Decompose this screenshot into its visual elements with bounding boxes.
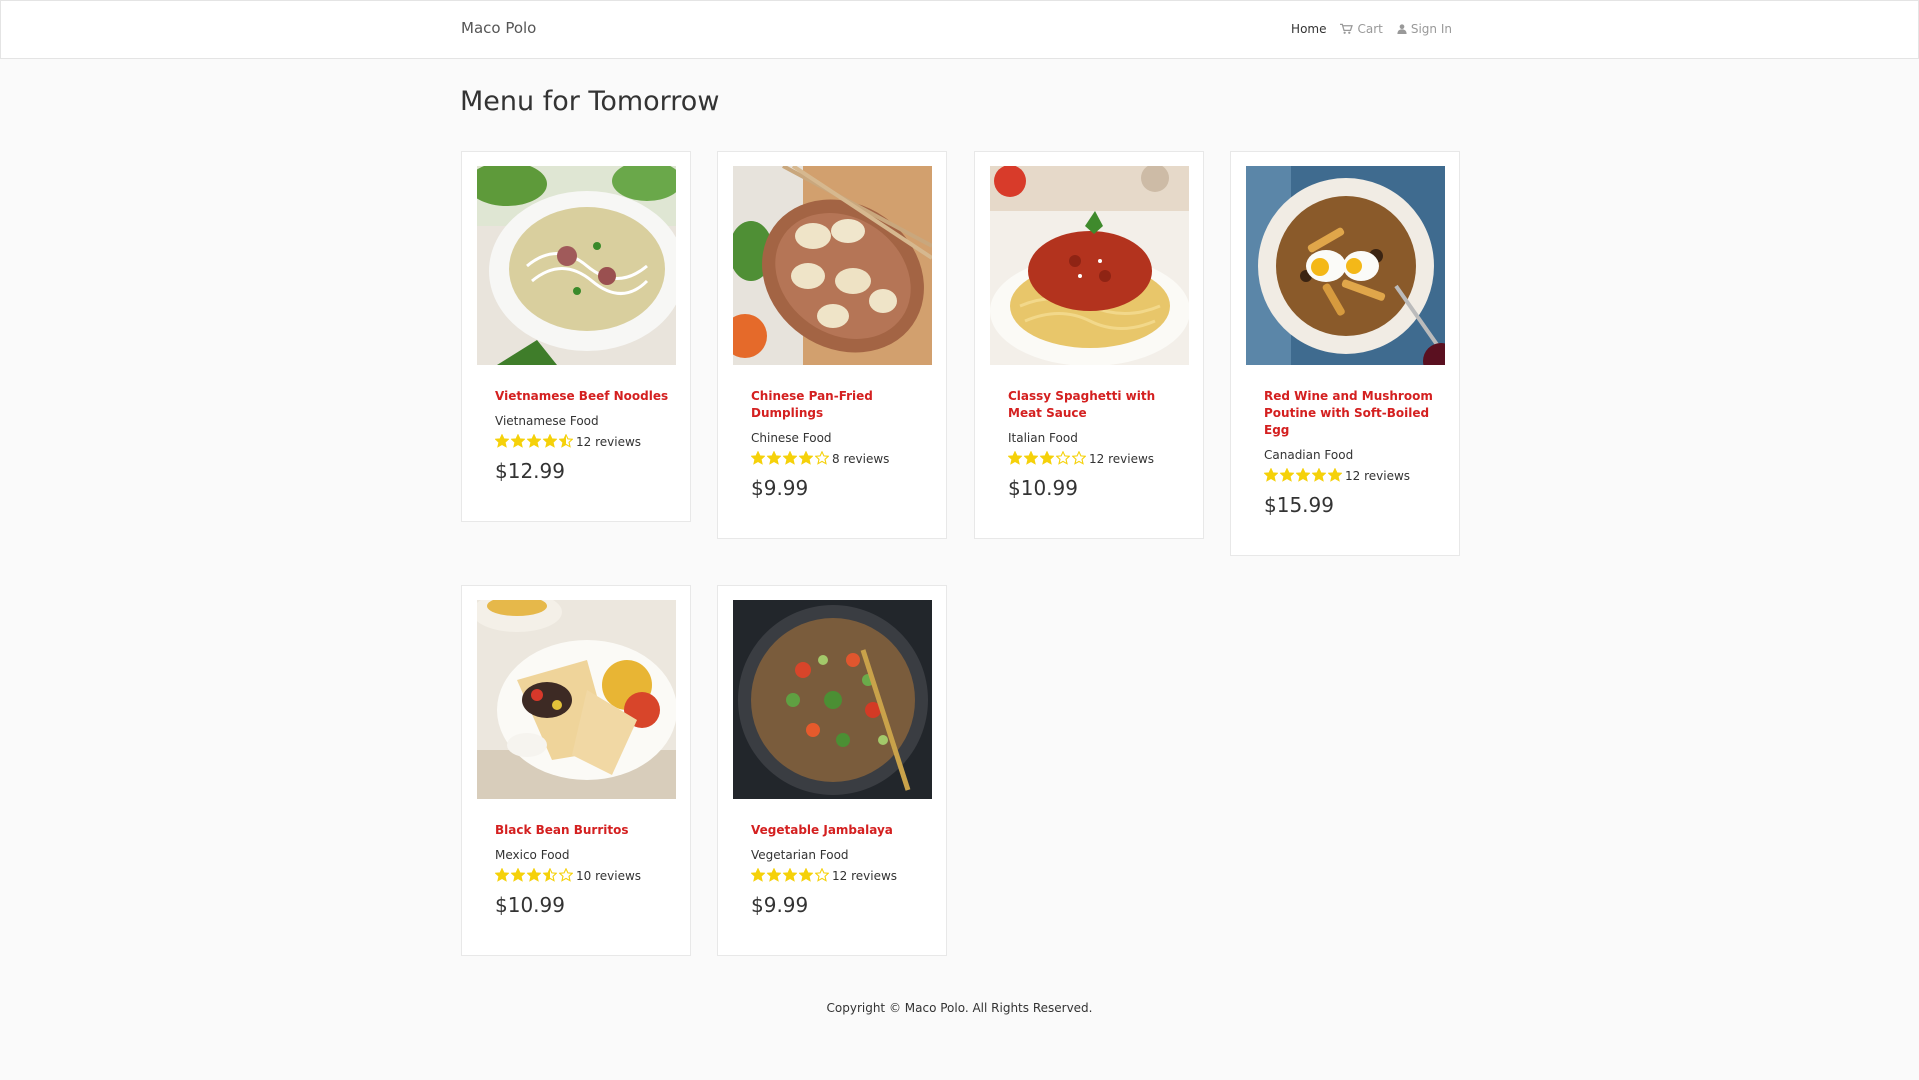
star-rating: 10 reviews [495, 867, 672, 886]
price: $12.99 [495, 459, 565, 483]
card-body: Chinese Pan-Fried Dumplings Chinese Food… [751, 388, 928, 500]
price: $9.99 [751, 893, 809, 917]
card-body: Vegetable Jambalaya Vegetarian Food 12 r… [751, 822, 928, 917]
star-icon-empty [1072, 450, 1086, 465]
cuisine-label: Vegetarian Food [751, 848, 849, 862]
review-count: 12 reviews [576, 435, 642, 449]
poutine-photo[interactable] [1246, 166, 1445, 365]
review-count: 12 reviews [832, 869, 898, 883]
star-rating: 12 reviews [751, 867, 928, 886]
star-icon-full [527, 867, 541, 882]
review-count: 10 reviews [576, 869, 642, 883]
nav-home-link[interactable]: Home [1291, 22, 1326, 36]
item-name-link[interactable]: Red Wine and Mushroom Poutine with Soft-… [1264, 388, 1441, 439]
review-count: 12 reviews [1089, 452, 1155, 466]
star-icon-full [1296, 467, 1310, 482]
item-name-link[interactable]: Classy Spaghetti with Meat Sauce [1008, 388, 1185, 422]
star-icon-full [511, 433, 525, 448]
stars [751, 867, 831, 886]
review-count: 12 reviews [1345, 469, 1411, 483]
star-icon-empty [815, 450, 829, 465]
item-name-link[interactable]: Black Bean Burritos [495, 822, 672, 839]
user-icon [1397, 24, 1407, 34]
cuisine-label: Vietnamese Food [495, 414, 599, 428]
navbar: Maco Polo Home Cart Sign In [0, 0, 1919, 59]
review-count: 8 reviews [832, 452, 890, 466]
menu-card: Chinese Pan-Fried Dumplings Chinese Food… [717, 151, 947, 539]
star-icon-half [559, 433, 573, 448]
star-icon-full [767, 867, 781, 882]
spaghetti-photo[interactable] [990, 166, 1189, 365]
menu-card: Red Wine and Mushroom Poutine with Soft-… [1230, 151, 1460, 556]
price: $15.99 [1264, 493, 1334, 517]
cart-icon [1340, 23, 1354, 34]
star-icon-full [783, 867, 797, 882]
star-icon-half [543, 867, 557, 882]
star-icon-full [1312, 467, 1326, 482]
star-icon-empty [559, 867, 573, 882]
stars [495, 433, 575, 452]
item-name-link[interactable]: Vegetable Jambalaya [751, 822, 928, 839]
star-rating: 12 reviews [1264, 467, 1441, 486]
card-body: Vietnamese Beef Noodles Vietnamese Food … [495, 388, 672, 483]
stars [1008, 450, 1088, 469]
card-body: Red Wine and Mushroom Poutine with Soft-… [1264, 388, 1441, 517]
price: $9.99 [751, 476, 809, 500]
star-icon-full [495, 433, 509, 448]
star-icon-full [543, 433, 557, 448]
nav-cart-link[interactable]: Cart [1340, 22, 1383, 36]
star-icon-full [1024, 450, 1038, 465]
stars [495, 867, 575, 886]
star-icon-full [1280, 467, 1294, 482]
star-icon-full [1040, 450, 1054, 465]
page-title: Menu for Tomorrow [460, 86, 720, 117]
menu-card: Vegetable Jambalaya Vegetarian Food 12 r… [717, 585, 947, 956]
cuisine-label: Italian Food [1008, 431, 1078, 445]
star-icon-full [751, 867, 765, 882]
menu-card: Vietnamese Beef Noodles Vietnamese Food … [461, 151, 691, 522]
star-rating: 8 reviews [751, 450, 928, 469]
price: $10.99 [1008, 476, 1078, 500]
menu-card: Black Bean Burritos Mexico Food 10 revie… [461, 585, 691, 956]
cuisine-label: Chinese Food [751, 431, 832, 445]
card-body: Black Bean Burritos Mexico Food 10 revie… [495, 822, 672, 917]
nav-sign-in-label: Sign In [1410, 22, 1452, 36]
stars [1264, 467, 1344, 486]
brand-link[interactable]: Maco Polo [461, 19, 536, 37]
star-icon-full [1008, 450, 1022, 465]
item-name-link[interactable]: Chinese Pan-Fried Dumplings [751, 388, 928, 422]
star-icon-full [751, 450, 765, 465]
star-icon-full [1264, 467, 1278, 482]
star-icon-full [799, 867, 813, 882]
footer-copyright: Copyright © Maco Polo. All Rights Reserv… [826, 1001, 1093, 1015]
burrito-photo[interactable] [477, 600, 676, 799]
nav-sign-in-link[interactable]: Sign In [1397, 22, 1452, 36]
nav-home-label: Home [1291, 22, 1327, 36]
star-rating: 12 reviews [495, 433, 672, 452]
nav-cart-label: Cart [1357, 22, 1383, 36]
cuisine-label: Mexico Food [495, 848, 570, 862]
star-icon-full [767, 450, 781, 465]
nav-links: Home Cart Sign In [1291, 22, 1452, 36]
card-body: Classy Spaghetti with Meat Sauce Italian… [1008, 388, 1185, 500]
star-icon-empty [1056, 450, 1070, 465]
star-icon-full [495, 867, 509, 882]
star-icon-full [1328, 467, 1342, 482]
dumplings-photo[interactable] [733, 166, 932, 365]
price: $10.99 [495, 893, 565, 917]
star-icon-full [527, 433, 541, 448]
menu-card: Classy Spaghetti with Meat Sauce Italian… [974, 151, 1204, 539]
jambalaya-photo[interactable] [733, 600, 932, 799]
beef-noodle-soup-photo[interactable] [477, 166, 676, 365]
star-icon-full [511, 867, 525, 882]
item-name-link[interactable]: Vietnamese Beef Noodles [495, 388, 672, 405]
star-icon-empty [815, 867, 829, 882]
star-icon-full [799, 450, 813, 465]
star-rating: 12 reviews [1008, 450, 1185, 469]
cuisine-label: Canadian Food [1264, 448, 1354, 462]
star-icon-full [783, 450, 797, 465]
stars [751, 450, 831, 469]
